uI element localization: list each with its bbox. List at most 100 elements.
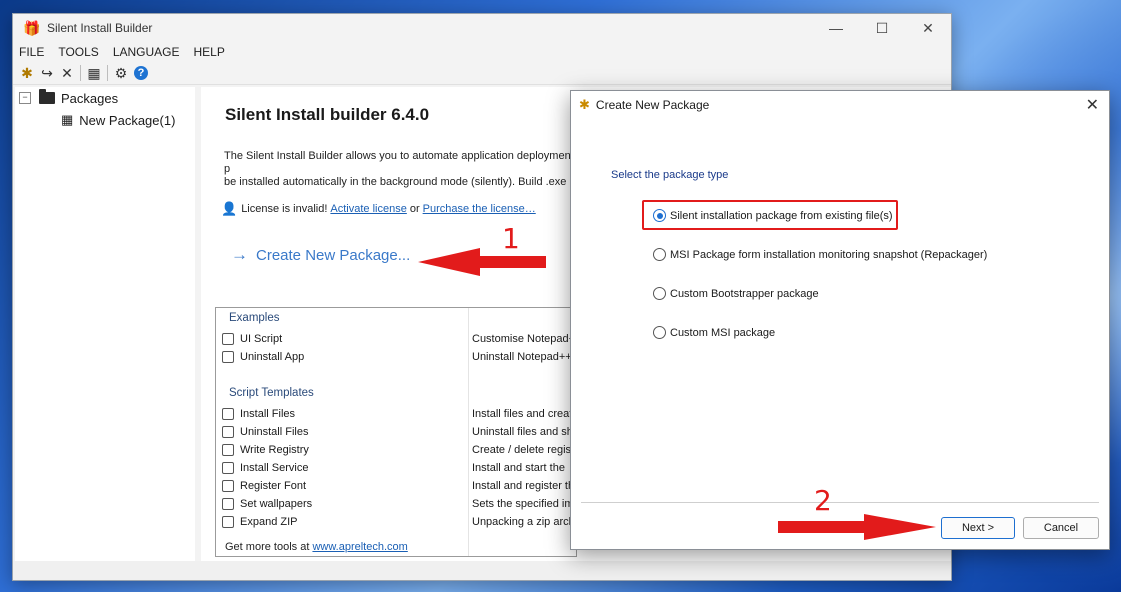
item-label: Uninstall App [240, 351, 305, 363]
item-label: Set wallpapers [240, 498, 313, 510]
option-label: MSI Package form installation monitoring… [670, 248, 988, 261]
annotation-arrow-right [778, 514, 936, 540]
annotation-step-2: 2 [814, 484, 832, 517]
menu-help[interactable]: HELP [194, 45, 225, 59]
menu-file[interactable]: FILE [19, 45, 44, 59]
radio-button[interactable] [653, 248, 666, 261]
option-label: Custom MSI package [670, 326, 776, 339]
toolbar-separator [107, 65, 108, 81]
checkbox[interactable] [222, 480, 234, 492]
radio-button[interactable] [653, 326, 666, 339]
tree-item-new-package[interactable]: ▦ New Package(1) [15, 109, 195, 131]
selection-highlight [642, 200, 898, 230]
next-button[interactable]: Next > [941, 517, 1015, 539]
dialog-title: Create New Package [595, 98, 710, 112]
checkbox[interactable] [222, 516, 234, 528]
new-package-icon[interactable]: ✱ [17, 64, 37, 82]
minimize-button[interactable]: — [813, 14, 859, 42]
package-icon: ▦ [61, 112, 74, 127]
item-description: Uninstall Notepad++ [472, 351, 572, 363]
list-item[interactable]: UI Script Customise Notepad+ [222, 330, 575, 348]
list-item[interactable]: Register Font Install and register th [222, 477, 574, 495]
examples-title: Examples [229, 312, 280, 324]
list-item[interactable]: Set wallpapers Sets the specified im [222, 495, 574, 513]
folder-icon [39, 89, 55, 104]
app-icon: 🎁 [23, 20, 41, 36]
item-label: Write Registry [240, 444, 309, 456]
create-package-dialog: ✱ Create New Package ✕ Select the packag… [570, 90, 1110, 550]
apreltech-link[interactable]: www.apreltech.com [312, 541, 407, 553]
toolbar: ✱ ↪ ✕ ▦ ⚙ ? [13, 62, 951, 85]
checkbox[interactable] [222, 498, 234, 510]
footer: Get more tools at www.apreltech.com [225, 541, 408, 553]
close-button[interactable]: ✕ [905, 14, 951, 42]
undo-icon[interactable]: ↪ [37, 64, 57, 82]
item-description: Unpacking a zip arch [472, 516, 575, 528]
arrow-right-icon: → [231, 245, 248, 264]
list-item[interactable]: Uninstall App Uninstall Notepad++ [222, 348, 572, 366]
checkbox[interactable] [222, 351, 234, 363]
list-item[interactable]: Expand ZIP Unpacking a zip arch [222, 513, 575, 531]
create-new-package-label: Create New Package... [256, 246, 411, 264]
maximize-button[interactable]: ☐ [859, 14, 905, 42]
checkbox[interactable] [222, 426, 234, 438]
settings-icon[interactable]: ⚙ [111, 64, 131, 82]
item-label: Expand ZIP [240, 516, 298, 528]
item-description: Sets the specified im [472, 498, 574, 510]
option-custom-bootstrapper[interactable]: Custom Bootstrapper package [653, 287, 819, 300]
license-notice: 👤 License is invalid! Activate license o… [221, 201, 539, 217]
cancel-button[interactable]: Cancel [1023, 517, 1099, 539]
list-item[interactable]: Uninstall Files Uninstall files and sh [222, 423, 573, 441]
item-description: Uninstall files and sh [472, 426, 573, 438]
dialog-separator [581, 502, 1099, 503]
item-description: Create / delete regis [472, 444, 572, 456]
window-title: Silent Install Builder [47, 21, 153, 35]
purchase-license-link[interactable]: Purchase the license… [423, 203, 536, 215]
menu-tools[interactable]: TOOLS [58, 45, 98, 59]
dialog-body: Select the package type Silent installat… [581, 119, 1099, 505]
checkbox[interactable] [222, 408, 234, 420]
title-bar[interactable]: 🎁 Silent Install Builder — ☐ ✕ [13, 14, 951, 42]
build-icon[interactable]: ▦ [84, 64, 104, 82]
collapse-toggle[interactable]: − [19, 92, 31, 104]
status-bar [13, 561, 951, 580]
checkbox[interactable] [222, 333, 234, 345]
item-description: Install files and creat [472, 408, 573, 420]
list-item[interactable]: Write Registry Create / delete regis [222, 441, 571, 459]
tree-item-label: Packages [61, 90, 119, 106]
package-type-prompt: Select the package type [611, 169, 729, 181]
annotation-arrow-left [418, 248, 546, 276]
help-icon[interactable]: ? [131, 64, 151, 82]
radio-button[interactable] [653, 287, 666, 300]
list-item[interactable]: Install Service Install and start the [222, 459, 565, 477]
item-description: Customise Notepad+ [472, 333, 576, 345]
new-package-icon: ✱ [579, 97, 590, 112]
menu-language[interactable]: LANGUAGE [113, 45, 180, 59]
checkbox[interactable] [222, 462, 234, 474]
tree-item-label: New Package(1) [79, 112, 176, 128]
examples-panel: Examples UI Script Customise Notepad+ Uni… [215, 307, 577, 557]
footer-text: Get more tools at [225, 541, 310, 553]
delete-icon[interactable]: ✕ [57, 64, 77, 82]
item-label: Install Service [240, 462, 309, 474]
item-description: Install and start the [472, 462, 565, 474]
list-item[interactable]: Install Files Install files and creat [222, 405, 572, 423]
tree-item-packages[interactable]: − Packages [15, 87, 195, 109]
menu-bar: FILE TOOLS LANGUAGE HELP [13, 42, 951, 62]
activate-license-link[interactable]: Activate license [330, 203, 406, 215]
dialog-title-bar[interactable]: ✱ Create New Package ✕ [571, 91, 1109, 119]
create-new-package-link[interactable]: → Create New Package... [231, 245, 410, 265]
checkbox[interactable] [222, 444, 234, 456]
item-label: Install Files [240, 408, 296, 420]
license-or: or [409, 203, 420, 215]
item-label: Register Font [240, 480, 307, 492]
option-msi-repackager[interactable]: MSI Package form installation monitoring… [653, 248, 987, 261]
item-label: UI Script [240, 333, 283, 345]
column-divider [468, 308, 469, 556]
toolbar-separator [80, 65, 81, 81]
item-description: Install and register th [472, 480, 575, 492]
dialog-close-icon[interactable]: ✕ [1086, 95, 1099, 115]
user-warning-icon: 👤 [221, 201, 238, 216]
option-label: Custom Bootstrapper package [670, 287, 819, 300]
option-custom-msi[interactable]: Custom MSI package [653, 326, 775, 339]
